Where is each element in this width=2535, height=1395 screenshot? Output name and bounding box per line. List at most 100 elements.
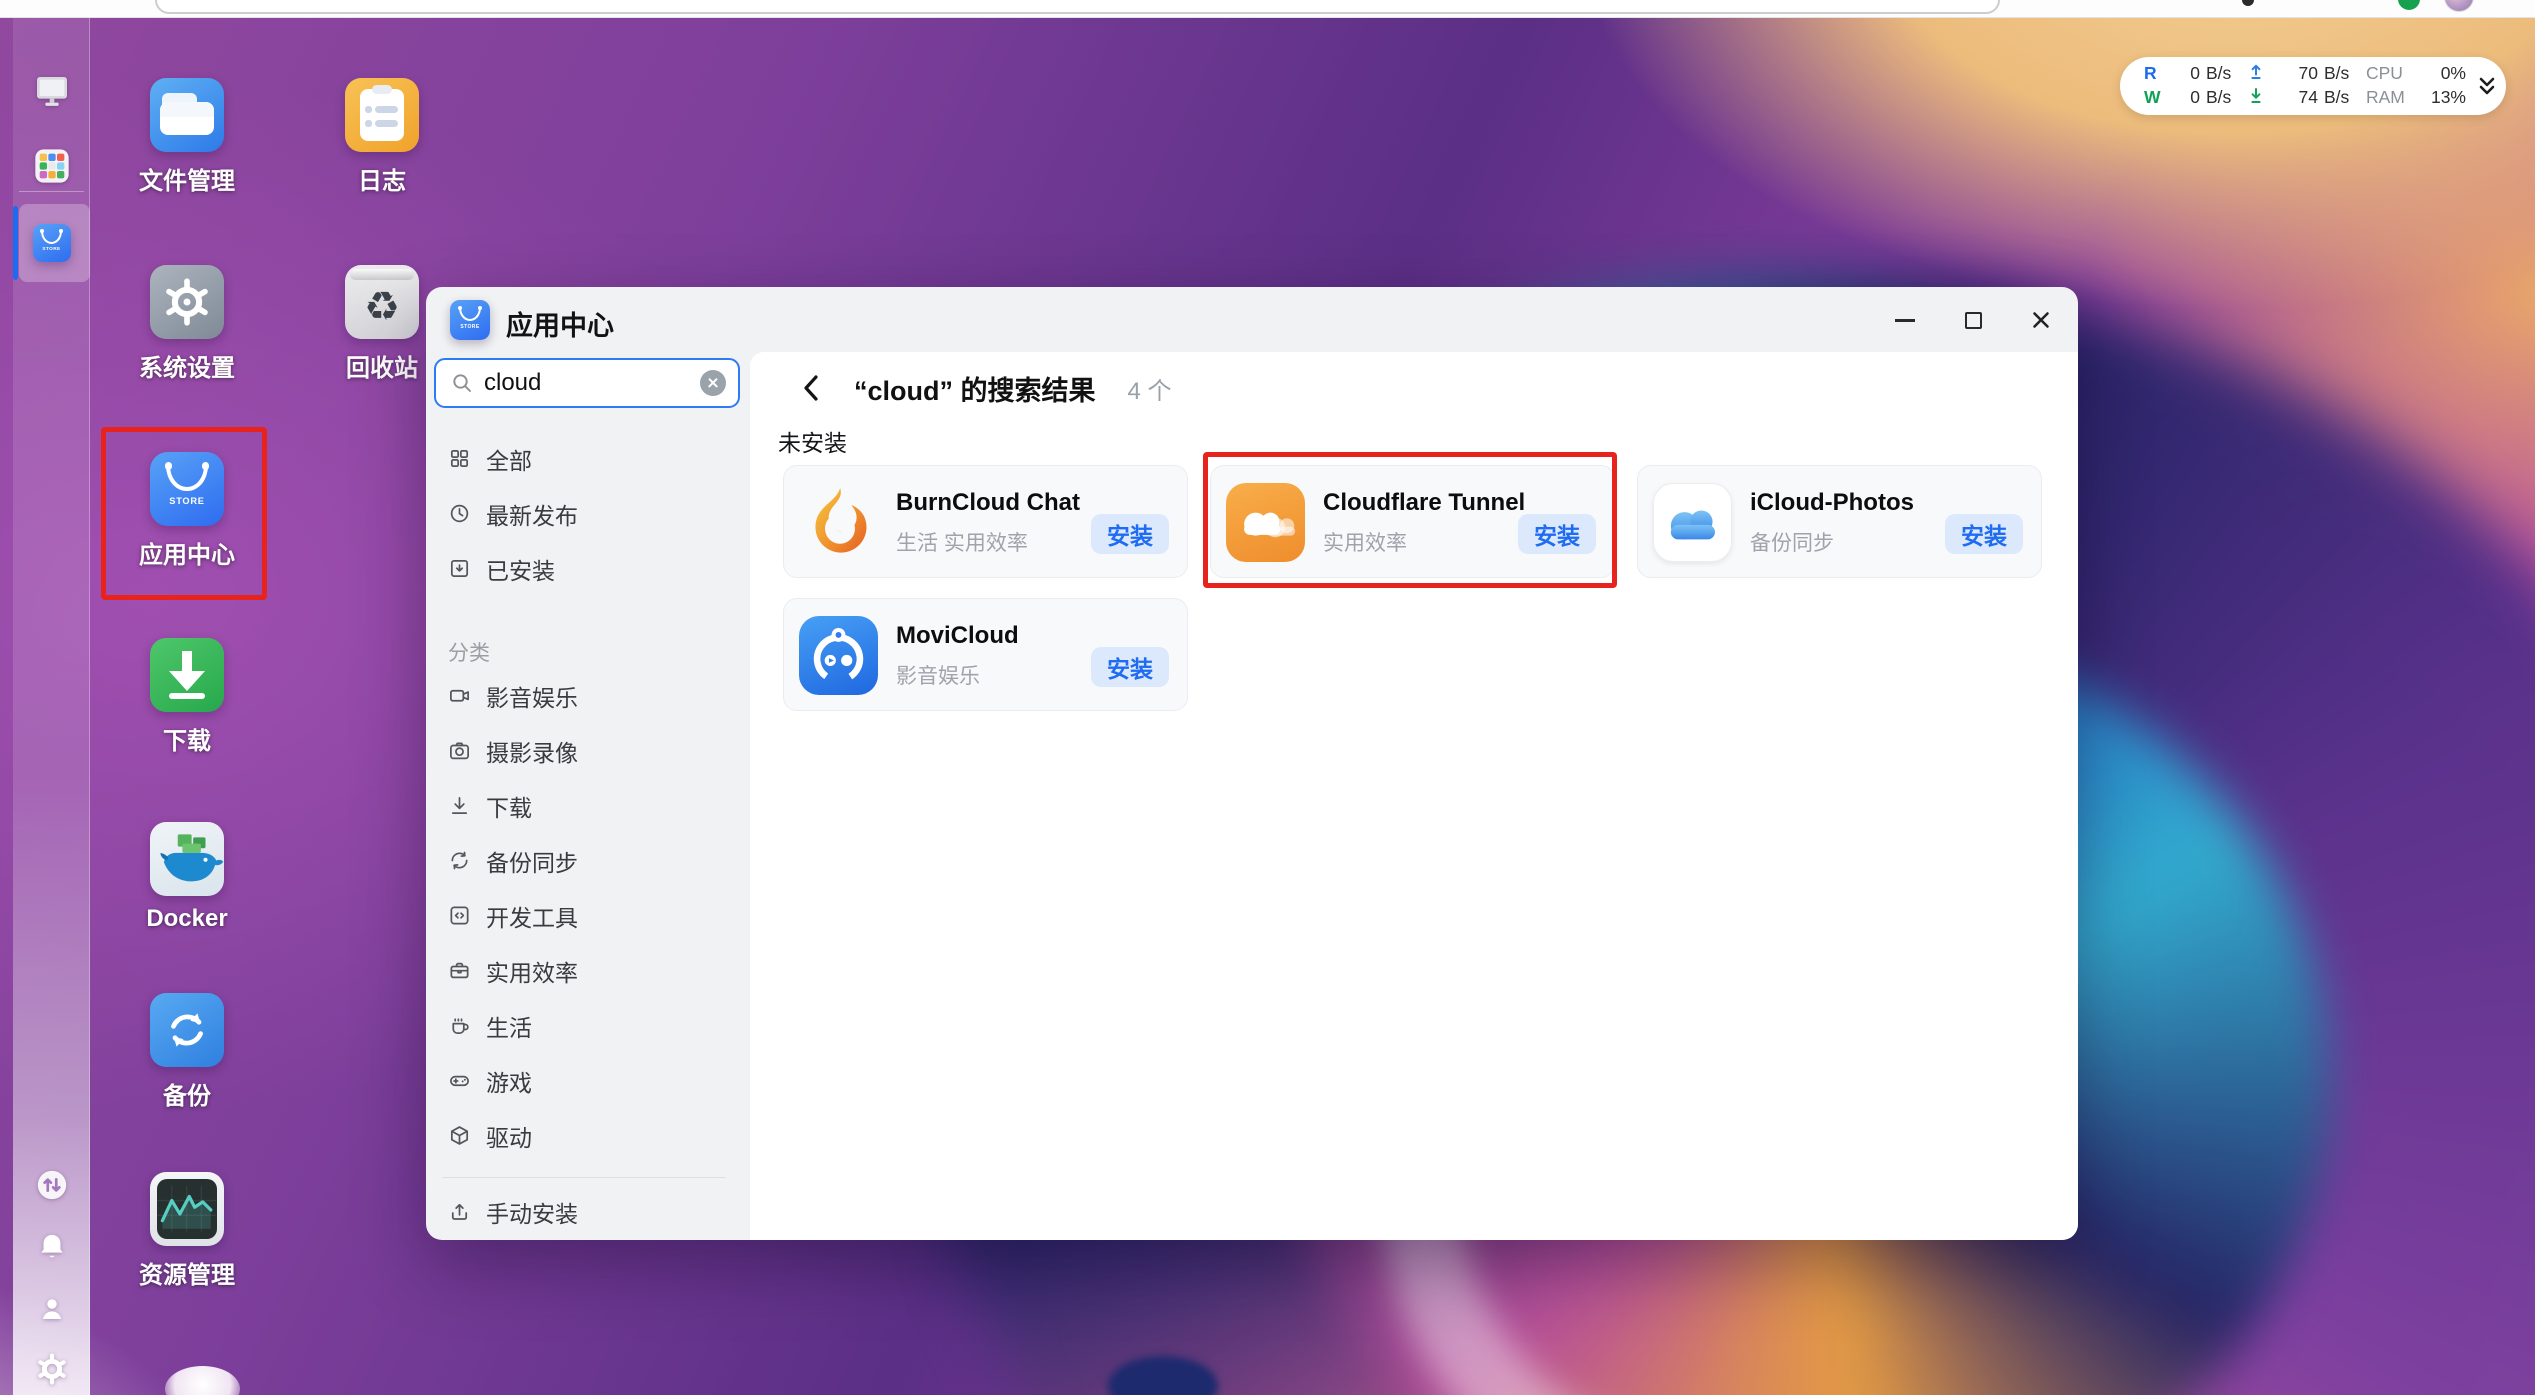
- app-name: Cloudflare Tunnel: [1323, 489, 1525, 517]
- results-panel: “cloud” 的搜索结果 4 个 未安装: [750, 352, 2078, 1240]
- nav-category-photography[interactable]: 摄影录像: [434, 723, 734, 778]
- gear-icon: [35, 1352, 69, 1386]
- expand-stats-button[interactable]: [2476, 74, 2498, 98]
- nav-category-backup-sync[interactable]: 备份同步: [434, 833, 734, 888]
- disk-write-label: W: [2144, 87, 2164, 109]
- install-button[interactable]: 安装: [1945, 514, 2023, 554]
- browser-status-icon[interactable]: [2398, 0, 2420, 10]
- app-tags: 备份同步: [1750, 527, 1834, 557]
- log-clipboard-icon: [345, 78, 419, 152]
- cup-icon: [448, 1014, 471, 1037]
- sync-icon: [150, 993, 224, 1067]
- app-grid-icon: [32, 146, 72, 186]
- install-button[interactable]: 安装: [1091, 647, 1169, 687]
- app-card-burncloud-chat[interactable]: BurnCloud Chat 生活 实用效率 安装: [783, 465, 1188, 578]
- category-nav: 全部 最新发布 已安装 分类: [434, 431, 734, 1239]
- desktop-icon-app-center[interactable]: STORE 应用中心: [122, 452, 252, 570]
- install-button[interactable]: 安装: [1091, 514, 1169, 554]
- dock: STORE: [13, 18, 90, 1395]
- cube-icon: [448, 1124, 471, 1147]
- dock-divider: [19, 191, 84, 192]
- disk-write-value: 0: [2170, 87, 2200, 109]
- clear-search-button[interactable]: [700, 370, 726, 396]
- maximize-icon: [1965, 312, 1982, 329]
- icloud-cloud-icon: [1653, 483, 1732, 562]
- desktop-icon-backup[interactable]: 备份: [122, 993, 252, 1111]
- disk-read-label: R: [2144, 63, 2164, 85]
- install-button[interactable]: 安装: [1518, 514, 1596, 554]
- system-stats-widget: R 0 B/s 70 B/s CPU 0% W 0 B/s 74 B/s RAM…: [2120, 57, 2506, 115]
- browser-top-bar: [0, 0, 2535, 18]
- user-icon: [37, 1294, 67, 1324]
- screen: STORE: [0, 0, 2535, 1395]
- results-query: “cloud”: [854, 376, 953, 406]
- close-icon: [2031, 310, 2051, 330]
- dock-settings-button[interactable]: [13, 1352, 90, 1386]
- sync-arrows-icon: [448, 849, 471, 872]
- nav-category-life[interactable]: 生活: [434, 998, 734, 1053]
- browser-extension-icon[interactable]: [2242, 0, 2254, 6]
- dock-transfer-button[interactable]: [13, 1168, 90, 1202]
- dock-notifications-button[interactable]: [13, 1230, 90, 1264]
- app-name: BurnCloud Chat: [896, 489, 1080, 517]
- nav-section-label: 分类: [434, 636, 734, 668]
- desktop-icon-logs[interactable]: 日志: [317, 78, 447, 196]
- dock-desktop-button[interactable]: [13, 70, 90, 110]
- search-icon: [450, 371, 474, 395]
- download-icon: [150, 638, 224, 712]
- nav-item-latest[interactable]: 最新发布: [434, 486, 734, 541]
- gamepad-icon: [448, 1069, 471, 1092]
- installed-icon: [448, 557, 471, 580]
- browser-avatar[interactable]: [2444, 0, 2474, 12]
- dock-user-button[interactable]: [13, 1294, 90, 1324]
- cpu-value: 0%: [2422, 63, 2466, 85]
- nav-divider: [442, 1177, 726, 1178]
- desktop-icon-file-manager[interactable]: 文件管理: [122, 78, 252, 196]
- download-value: 74: [2282, 87, 2318, 109]
- resource-monitor-icon: [150, 1172, 224, 1246]
- nav-item-installed[interactable]: 已安装: [434, 541, 734, 596]
- nav-category-drivers[interactable]: 驱动: [434, 1108, 734, 1163]
- flame-icon: [799, 483, 878, 562]
- app-store-icon: STORE: [150, 452, 224, 526]
- download-arrow-icon: [448, 794, 471, 817]
- back-button[interactable]: [794, 368, 828, 408]
- wallpaper-white-blob: [165, 1366, 240, 1395]
- search-box[interactable]: [434, 358, 740, 408]
- stats-grid: R 0 B/s 70 B/s CPU 0% W 0 B/s 74 B/s RAM…: [2144, 63, 2466, 110]
- ram-label: RAM: [2366, 87, 2416, 109]
- results-count: 4 个: [1128, 371, 1172, 406]
- dock-app-grid-button[interactable]: [13, 146, 90, 186]
- app-tags: 实用效率: [1323, 527, 1407, 557]
- dock-app-store-button[interactable]: STORE: [13, 224, 90, 262]
- close-button[interactable]: [2030, 309, 2052, 331]
- nav-item-all[interactable]: 全部: [434, 431, 734, 486]
- movicloud-robot-icon: [799, 616, 878, 695]
- nav-category-utilities[interactable]: 实用效率: [434, 943, 734, 998]
- app-card-cloudflare-tunnel[interactable]: Cloudflare Tunnel 实用效率 安装: [1210, 465, 1615, 578]
- app-card-movicloud[interactable]: MoviCloud 影音娱乐 安装: [783, 598, 1188, 711]
- upload-icon: [2248, 63, 2276, 86]
- desktop-icon-docker[interactable]: Docker: [122, 822, 252, 933]
- app-card-icloud-photos[interactable]: iCloud-Photos 备份同步 安装: [1637, 465, 2042, 578]
- nav-manual-install[interactable]: 手动安装: [434, 1184, 734, 1239]
- disk-read-value: 0: [2170, 63, 2200, 85]
- app-store-icon: STORE: [33, 224, 71, 262]
- browser-address-bar[interactable]: [155, 0, 2000, 14]
- desktop-icon-resource-manager[interactable]: 资源管理: [122, 1172, 252, 1290]
- section-not-installed: 未安装: [778, 424, 847, 458]
- ram-value: 13%: [2422, 87, 2466, 109]
- results-suffix: 的搜索结果: [961, 376, 1096, 406]
- nav-category-download[interactable]: 下载: [434, 778, 734, 833]
- minimize-icon: [1895, 319, 1915, 322]
- nav-category-video[interactable]: 影音娱乐: [434, 668, 734, 723]
- desktop-icon-system-settings[interactable]: 系统设置: [122, 265, 252, 383]
- app-name: MoviCloud: [896, 622, 1019, 650]
- search-input[interactable]: [484, 369, 700, 397]
- maximize-button[interactable]: [1962, 309, 1984, 331]
- minimize-button[interactable]: [1894, 309, 1916, 331]
- nav-category-games[interactable]: 游戏: [434, 1053, 734, 1108]
- docker-whale-icon: [150, 822, 224, 896]
- desktop-icon-download[interactable]: 下载: [122, 638, 252, 756]
- nav-category-dev-tools[interactable]: 开发工具: [434, 888, 734, 943]
